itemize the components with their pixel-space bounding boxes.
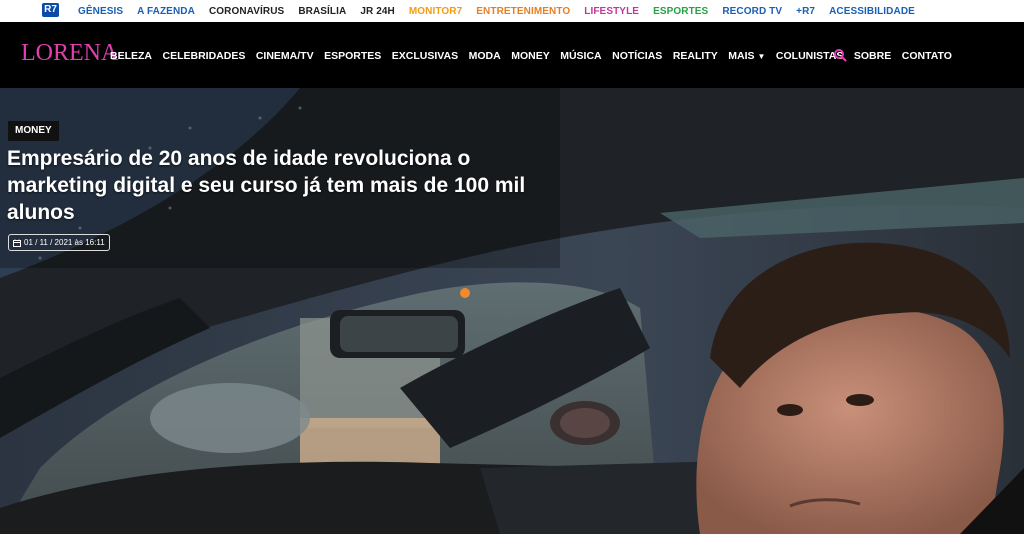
search-icon	[834, 49, 847, 62]
nav-item-label: MONEY	[511, 50, 550, 62]
nav-item-musica[interactable]: MÚSICA	[560, 50, 601, 62]
nav-item-moda[interactable]: MODA	[469, 50, 501, 62]
calendar-icon	[13, 239, 21, 247]
chevron-down-icon: ▼	[757, 52, 766, 61]
nav-item-label: BELEZA	[110, 50, 152, 62]
r7-link-a-fazenda[interactable]: A FAZENDA	[137, 6, 195, 17]
nav-item-label: CELEBRIDADES	[162, 50, 246, 62]
nav-item-label: MÚSICA	[560, 50, 602, 62]
nav-item-label: EXCLUSIVAS	[391, 50, 459, 62]
r7-link-g-nesis[interactable]: GÊNESIS	[78, 6, 123, 17]
nav-item-celebridades[interactable]: CELEBRIDADES	[163, 50, 246, 62]
category-badge[interactable]: MONEY	[8, 121, 59, 141]
r7-link-acessibilidade[interactable]: ACESSIBILIDADE	[829, 6, 915, 17]
nav-item-label: SOBRE	[853, 50, 892, 62]
r7-link-entretenimento[interactable]: ENTRETENIMENTO	[476, 6, 570, 17]
nav-item-label: ESPORTES	[324, 50, 382, 62]
nav-item-reality[interactable]: REALITY	[673, 50, 718, 62]
nav-item-contato[interactable]: CONTATO	[902, 50, 952, 62]
r7-link-monitor7[interactable]: MONITOR7	[409, 6, 462, 17]
r7-link-lifestyle[interactable]: LIFESTYLE	[584, 6, 639, 17]
nav-item-label: MODA	[468, 50, 501, 62]
r7-link-record-tv[interactable]: RECORD TV	[722, 6, 782, 17]
r7-link-coronav-rus[interactable]: CORONAVÍRUS	[209, 6, 284, 17]
nav-item-noticias[interactable]: NOTÍCIAS	[612, 50, 662, 62]
article-headline[interactable]: Empresário de 20 anos de idade revolucio…	[7, 145, 537, 226]
site-logo[interactable]: LORENA	[21, 41, 118, 65]
nav-item-beleza[interactable]: BELEZA	[110, 50, 152, 62]
article-date-text: 01 / 11 / 2021 às 16:11	[24, 238, 105, 247]
nav-item-mais[interactable]: MAIS ▼	[728, 50, 765, 62]
nav-item-label: NOTÍCIAS	[612, 50, 663, 62]
nav-item-label: CINEMA/TV	[255, 50, 314, 62]
nav-item-money[interactable]: MONEY	[511, 50, 550, 62]
r7-link--r7[interactable]: +R7	[796, 6, 815, 17]
nav-item-cinema-tv[interactable]: CINEMA/TV	[256, 50, 314, 62]
nav-item-label: MAIS	[728, 50, 755, 62]
article-date: 01 / 11 / 2021 às 16:11	[8, 234, 110, 251]
search-button[interactable]	[833, 48, 847, 62]
nav-item-exclusivas[interactable]: EXCLUSIVAS	[392, 50, 458, 62]
r7-link-esportes[interactable]: ESPORTES	[653, 6, 708, 17]
nav-item-label: CONTATO	[901, 50, 952, 62]
r7-top-bar: R7 GÊNESIS A FAZENDA CORONAVÍRUS BRASÍLIA JR…	[0, 0, 1024, 22]
nav-item-sobre[interactable]: SOBRE	[854, 50, 891, 62]
r7-link-bras-lia[interactable]: BRASÍLIA	[298, 6, 346, 17]
r7-top-links: GÊNESIS A FAZENDA CORONAVÍRUS BRASÍLIA JR 24…	[78, 0, 929, 22]
nav-item-esportes[interactable]: ESPORTES	[324, 50, 381, 62]
r7-logo[interactable]: R7	[42, 3, 59, 17]
nav-item-label: REALITY	[672, 50, 718, 62]
r7-link-jr-24h[interactable]: JR 24H	[360, 6, 395, 17]
